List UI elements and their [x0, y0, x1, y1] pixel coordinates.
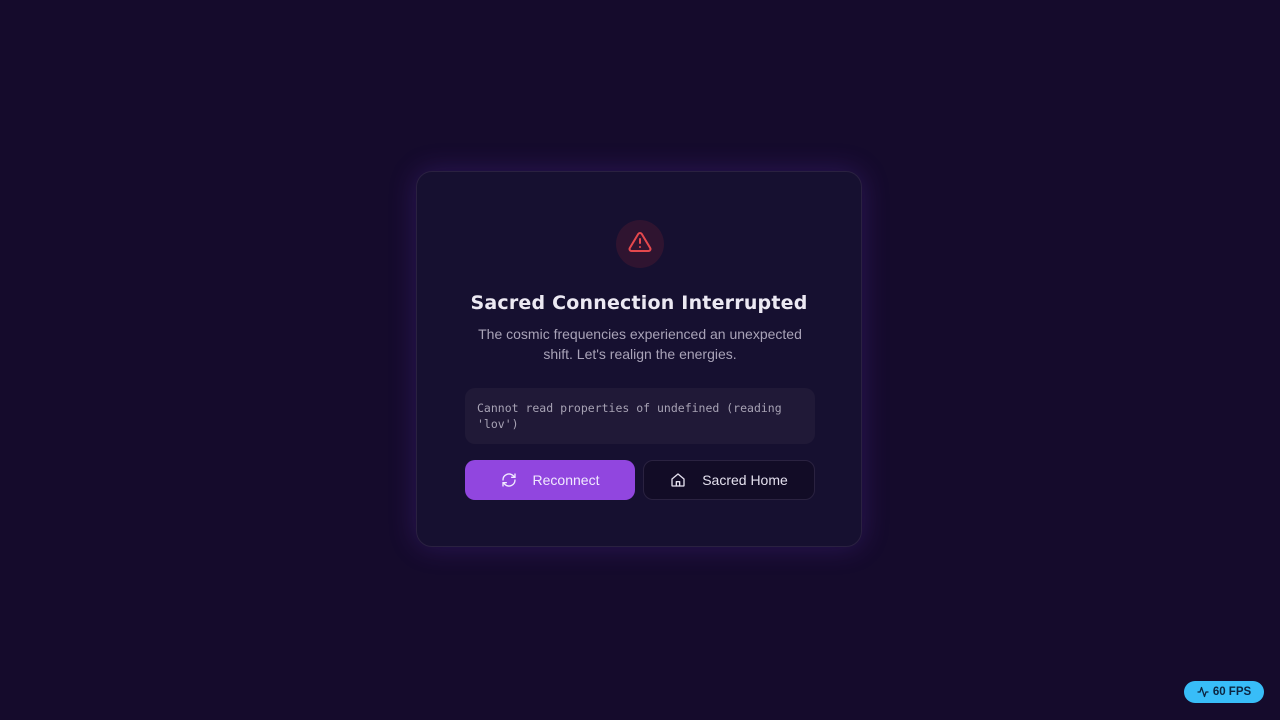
alert-triangle-icon [628, 230, 652, 259]
activity-icon [1197, 686, 1209, 698]
error-message: The cosmic frequencies experienced an un… [478, 326, 802, 362]
reconnect-label: Reconnect [532, 472, 600, 488]
fps-label: 60 FPS [1212, 686, 1252, 698]
refresh-icon [501, 472, 517, 488]
page: Sacred Connection Interrupted The cosmic… [0, 0, 1280, 720]
error-title: Sacred Connection Interrupted [470, 292, 808, 314]
error-detail-text: Cannot read properties of undefined (rea… [477, 401, 782, 431]
sacred-home-label: Sacred Home [702, 472, 788, 488]
error-detail-box: Cannot read properties of undefined (rea… [465, 388, 815, 444]
home-icon [670, 472, 686, 488]
error-card: Sacred Connection Interrupted The cosmic… [416, 171, 862, 547]
reconnect-button[interactable]: Reconnect [465, 460, 635, 500]
alert-icon-container [616, 220, 664, 268]
fps-badge: 60 FPS [1184, 681, 1264, 703]
sacred-home-button[interactable]: Sacred Home [643, 460, 815, 500]
